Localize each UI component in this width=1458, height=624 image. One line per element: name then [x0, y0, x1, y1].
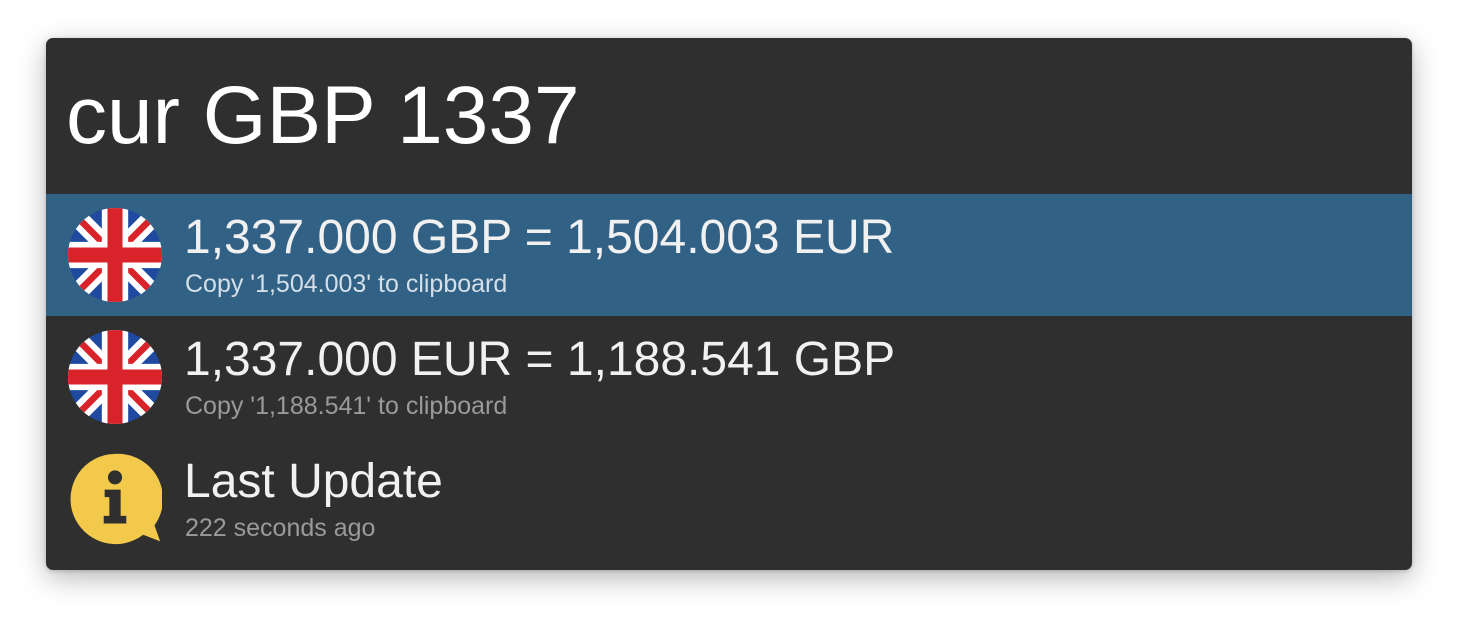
result-row-last-update[interactable]: Last Update 222 seconds ago — [46, 438, 1412, 560]
result-row-eur-to-gbp[interactable]: 1,337.000 EUR = 1,188.541 GBP Copy '1,18… — [46, 316, 1412, 438]
result-title: Last Update — [184, 455, 443, 508]
uk-flag-icon — [68, 330, 162, 424]
result-subtitle: 222 seconds ago — [185, 514, 376, 542]
results-list: 1,337.000 GBP = 1,504.003 EUR Copy '1,50… — [46, 194, 1412, 560]
search-input[interactable]: cur GBP 1337 — [66, 66, 1392, 166]
result-row-gbp-to-eur[interactable]: 1,337.000 GBP = 1,504.003 EUR Copy '1,50… — [46, 194, 1412, 316]
result-title: 1,337.000 GBP = 1,504.003 EUR — [184, 211, 895, 264]
uk-flag-icon — [68, 208, 162, 302]
launcher-window: cur GBP 1337 1,337.000 GBP = 1,504.003 E… — [46, 38, 1412, 570]
result-title: 1,337.000 EUR = 1,188.541 GBP — [184, 333, 896, 386]
info-icon — [70, 453, 162, 545]
result-subtitle: Copy '1,504.003' to clipboard — [185, 270, 508, 298]
result-subtitle: Copy '1,188.541' to clipboard — [185, 392, 508, 420]
